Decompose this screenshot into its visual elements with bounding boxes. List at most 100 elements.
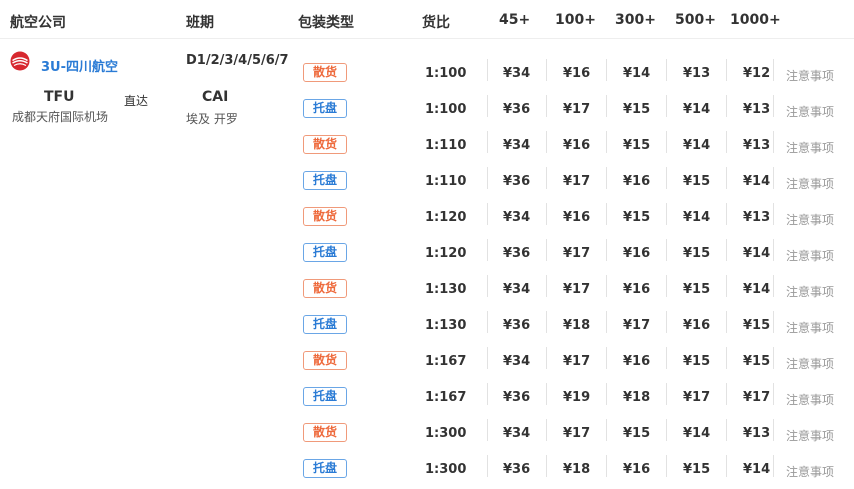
notes-link[interactable]: 注意事项 (786, 247, 834, 264)
rate-row: 散货 1:300 ¥34 ¥17 ¥15 ¥14 ¥13 注意事项 (0, 417, 854, 453)
header-packaging: 包装类型 (298, 15, 354, 31)
price-500: ¥14 (683, 102, 711, 117)
column-separator (726, 203, 727, 225)
column-separator (726, 455, 727, 477)
column-separator (726, 59, 727, 81)
price-300: ¥15 (623, 102, 651, 117)
bulk-cargo-tag: 散货 (303, 351, 347, 370)
notes-link[interactable]: 注意事项 (786, 427, 834, 444)
column-separator (606, 347, 607, 369)
header-300: 300+ (615, 12, 656, 28)
column-separator (546, 347, 547, 369)
price-1000: ¥14 (743, 282, 771, 297)
notes-link[interactable]: 注意事项 (786, 175, 834, 192)
column-separator (487, 311, 488, 333)
column-separator (487, 95, 488, 117)
header-100: 100+ (555, 12, 596, 28)
rate-row: 散货 1:110 ¥34 ¥16 ¥15 ¥14 ¥13 注意事项 (0, 129, 854, 165)
notes-link[interactable]: 注意事项 (786, 211, 834, 228)
column-separator (546, 131, 547, 153)
column-separator (606, 311, 607, 333)
column-separator (726, 311, 727, 333)
pallet-tag: 托盘 (303, 99, 347, 118)
column-separator (773, 239, 774, 261)
column-separator (487, 383, 488, 405)
notes-link[interactable]: 注意事项 (786, 463, 834, 480)
pallet-tag: 托盘 (303, 459, 347, 478)
price-45: ¥36 (503, 246, 531, 261)
price-100: ¥18 (563, 318, 591, 333)
cargo-ratio: 1:120 (425, 210, 467, 225)
bulk-cargo-tag: 散货 (303, 207, 347, 226)
notes-link[interactable]: 注意事项 (786, 355, 834, 372)
price-100: ¥17 (563, 102, 591, 117)
price-500: ¥13 (683, 66, 711, 81)
price-100: ¥17 (563, 354, 591, 369)
price-45: ¥36 (503, 174, 531, 189)
notes-link[interactable]: 注意事项 (786, 103, 834, 120)
cargo-ratio: 1:300 (425, 426, 467, 441)
price-500: ¥16 (683, 318, 711, 333)
price-500: ¥14 (683, 426, 711, 441)
pallet-tag: 托盘 (303, 387, 347, 406)
rate-row: 托盘 1:167 ¥36 ¥19 ¥18 ¥17 ¥17 注意事项 (0, 381, 854, 417)
price-300: ¥14 (623, 66, 651, 81)
price-45: ¥34 (503, 426, 531, 441)
column-separator (773, 167, 774, 189)
notes-link[interactable]: 注意事项 (786, 319, 834, 336)
column-separator (606, 131, 607, 153)
column-separator (606, 167, 607, 189)
price-500: ¥15 (683, 246, 711, 261)
price-100: ¥19 (563, 390, 591, 405)
price-45: ¥36 (503, 102, 531, 117)
notes-link[interactable]: 注意事项 (786, 139, 834, 156)
price-100: ¥16 (563, 138, 591, 153)
column-separator (546, 455, 547, 477)
price-300: ¥15 (623, 138, 651, 153)
price-1000: ¥17 (743, 390, 771, 405)
price-45: ¥34 (503, 66, 531, 81)
column-separator (487, 203, 488, 225)
column-separator (773, 419, 774, 441)
cargo-ratio: 1:167 (425, 354, 467, 369)
cargo-ratio: 1:100 (425, 66, 467, 81)
price-500: ¥15 (683, 282, 711, 297)
price-1000: ¥15 (743, 354, 771, 369)
column-separator (726, 275, 727, 297)
rate-row: 散货 1:100 ¥34 ¥16 ¥14 ¥13 ¥12 注意事项 (0, 57, 854, 93)
column-separator (487, 59, 488, 81)
price-500: ¥15 (683, 462, 711, 477)
pallet-tag: 托盘 (303, 243, 347, 262)
price-45: ¥36 (503, 462, 531, 477)
bulk-cargo-tag: 散货 (303, 279, 347, 298)
bulk-cargo-tag: 散货 (303, 135, 347, 154)
cargo-ratio: 1:120 (425, 246, 467, 261)
price-500: ¥14 (683, 138, 711, 153)
column-separator (773, 59, 774, 81)
column-separator (606, 419, 607, 441)
price-1000: ¥13 (743, 138, 771, 153)
notes-link[interactable]: 注意事项 (786, 67, 834, 84)
price-100: ¥17 (563, 246, 591, 261)
column-separator (487, 347, 488, 369)
column-separator (546, 167, 547, 189)
price-300: ¥16 (623, 174, 651, 189)
price-45: ¥34 (503, 138, 531, 153)
price-100: ¥16 (563, 210, 591, 225)
column-separator (666, 455, 667, 477)
rate-row: 托盘 1:120 ¥36 ¥17 ¥16 ¥15 ¥14 注意事项 (0, 237, 854, 273)
price-45: ¥36 (503, 318, 531, 333)
column-separator (606, 203, 607, 225)
header-divider (0, 38, 854, 39)
column-separator (773, 131, 774, 153)
notes-link[interactable]: 注意事项 (786, 391, 834, 408)
column-separator (546, 95, 547, 117)
rate-row: 散货 1:167 ¥34 ¥17 ¥16 ¥15 ¥15 注意事项 (0, 345, 854, 381)
column-separator (666, 131, 667, 153)
column-separator (666, 275, 667, 297)
cargo-ratio: 1:100 (425, 102, 467, 117)
column-separator (773, 383, 774, 405)
column-separator (606, 59, 607, 81)
notes-link[interactable]: 注意事项 (786, 283, 834, 300)
column-separator (666, 239, 667, 261)
